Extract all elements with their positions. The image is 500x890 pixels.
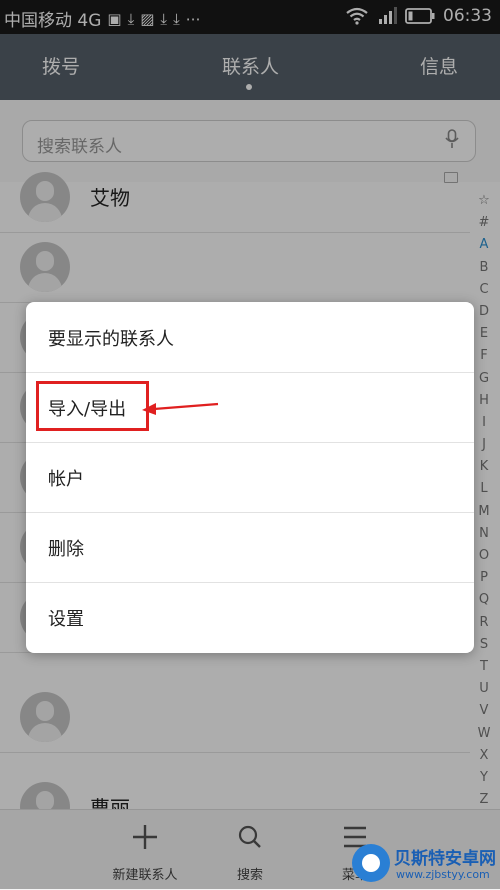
watermark-logo-icon [352,844,390,882]
menu-item-label: 删除 [48,539,84,560]
highlight-box [36,381,149,431]
watermark: 贝斯特安卓网 www.zjbstyy.com [352,842,500,888]
menu-item-delete[interactable]: 删除 [26,512,474,583]
menu-item-label: 帐户 [48,469,84,490]
watermark-url: www.zjbstyy.com [396,868,490,881]
menu-item-label: 设置 [48,609,84,630]
menu-item-contacts-to-display[interactable]: 要显示的联系人 [26,302,474,373]
menu-item-accounts[interactable]: 帐户 [26,442,474,513]
watermark-title: 贝斯特安卓网 [394,849,496,869]
menu-item-label: 要显示的联系人 [48,329,174,350]
menu-item-settings[interactable]: 设置 [26,582,474,652]
annotation-arrow-icon [142,402,219,415]
options-menu: 要显示的联系人 导入/导出 帐户 删除 设置 [26,302,474,653]
